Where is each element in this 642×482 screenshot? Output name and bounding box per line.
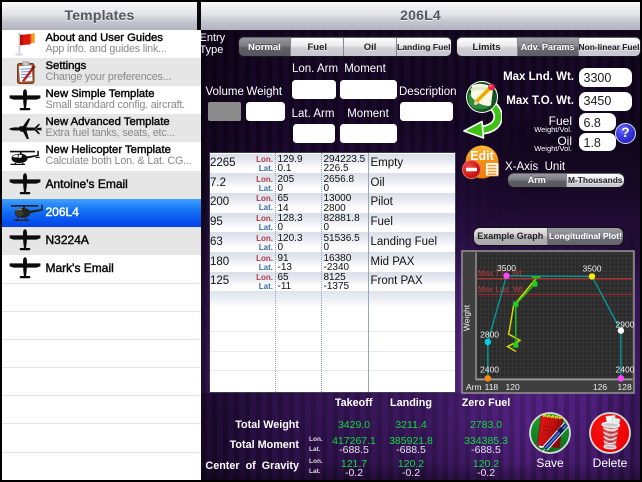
svg-text:2400: 2400 [480,365,499,375]
svg-text:Arm: Arm [466,382,482,392]
svg-text:3500: 3500 [497,263,516,273]
svg-text:2900: 2900 [616,320,635,330]
svg-text:Weight: Weight [462,304,472,331]
svg-text:120: 120 [506,382,520,392]
svg-text:118: 118 [485,382,499,392]
svg-text:2400: 2400 [616,365,635,375]
svg-text:2800: 2800 [480,330,499,340]
svg-text:126: 126 [593,382,607,392]
svg-text:128: 128 [618,382,632,392]
svg-text:3500: 3500 [583,264,602,274]
